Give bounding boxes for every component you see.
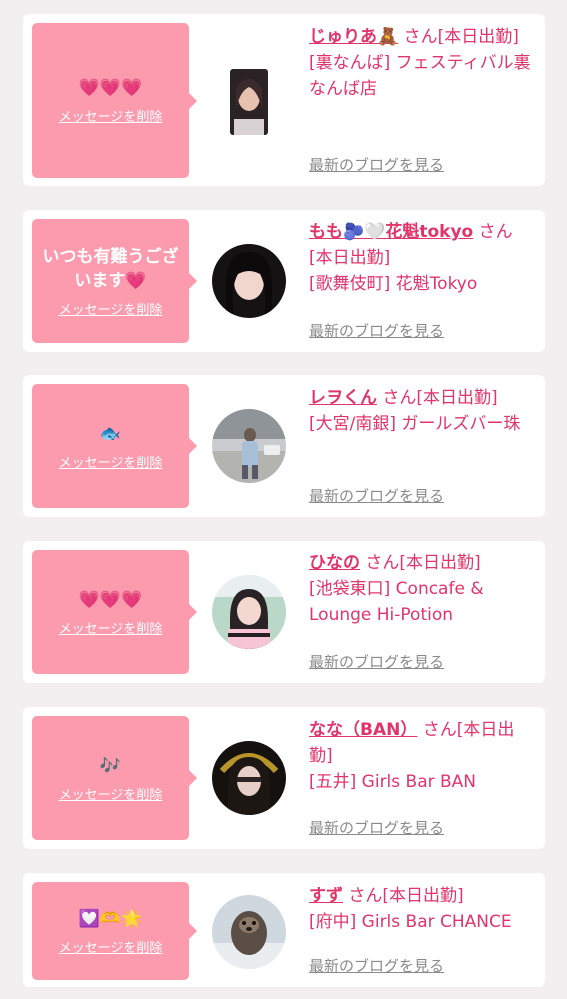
latest-blog-link[interactable]: 最新のブログを見る — [309, 955, 444, 976]
message-text: 🎶 — [99, 755, 122, 776]
message-bubble: いつも有難うございます💗 メッセージを削除 — [32, 219, 197, 343]
shop-name: [府中] Girls Bar CHANCE — [309, 912, 512, 932]
attendance-status: [本日出勤] — [437, 27, 519, 47]
delete-message-link[interactable]: メッセージを削除 — [59, 784, 163, 803]
shop-name: [池袋東口] Concafe & Lounge Hi-Potion — [309, 579, 484, 625]
message-text: 💟🫶🌟 — [78, 908, 143, 929]
delete-message-link[interactable]: メッセージを削除 — [59, 937, 163, 956]
shop-name: [大宮/南銀] ガールズバー珠 — [309, 414, 521, 434]
attendance-status: [本日出勤] — [309, 248, 391, 268]
latest-blog-link[interactable]: 最新のブログを見る — [309, 485, 444, 506]
cast-name-link[interactable]: ひなの — [309, 553, 360, 573]
message-bubble: 💟🫶🌟 メッセージを削除 — [32, 882, 197, 980]
cast-info: なな（BAN） さん[本日出勤] [五井] Girls Bar BAN — [309, 717, 535, 795]
latest-blog-link[interactable]: 最新のブログを見る — [309, 320, 444, 341]
delete-message-link[interactable]: メッセージを削除 — [59, 618, 163, 637]
cast-info: もも🫐🤍花魁tokyo さん [本日出勤] [歌舞伎町] 花魁Tokyo — [309, 219, 535, 297]
avatar[interactable] — [212, 741, 286, 815]
attendance-status: [本日出勤] — [399, 553, 481, 573]
delete-message-link[interactable]: メッセージを削除 — [59, 299, 163, 318]
message-text: 🐟 — [99, 423, 122, 444]
message-card: 💗💗💗 メッセージを削除 ひなの さん[本日出勤] [池袋東口] Concafe… — [23, 541, 545, 683]
cast-name-link[interactable]: なな（BAN） — [309, 720, 417, 740]
avatar[interactable] — [212, 895, 286, 969]
latest-blog-link[interactable]: 最新のブログを見る — [309, 651, 444, 672]
message-card: 🎶 メッセージを削除 なな（BAN） さん[本日出勤] [五井] Girls B… — [23, 707, 545, 849]
avatar[interactable] — [212, 409, 286, 483]
message-card: 💟🫶🌟 メッセージを削除 すず さん[本日出勤] [府中] Girls Bar … — [23, 873, 545, 987]
avatar[interactable] — [230, 69, 268, 135]
cast-info: じゅりあ🧸 さん[本日出勤] [裏なんば] フェスティバル裏なんば店 — [309, 24, 535, 102]
cast-name-link[interactable]: じゅりあ🧸 — [309, 27, 398, 47]
shop-name: [五井] Girls Bar BAN — [309, 772, 477, 792]
honorific: さん — [403, 27, 438, 47]
message-text: いつも有難うございます💗 — [42, 246, 179, 291]
delete-message-link[interactable]: メッセージを削除 — [59, 452, 163, 471]
shop-name: [歌舞伎町] 花魁Tokyo — [309, 274, 478, 294]
attendance-status: [本日出勤] — [416, 388, 498, 408]
cast-name-link[interactable]: レヲくん — [309, 388, 377, 408]
message-text: 💗💗💗 — [78, 589, 143, 610]
shop-name: [裏なんば] フェスティバル裏なんば店 — [309, 53, 531, 99]
honorific: さん — [422, 720, 457, 740]
latest-blog-link[interactable]: 最新のブログを見る — [309, 154, 444, 175]
message-card: 💗💗💗 メッセージを削除 じゅりあ🧸 さん[本日出勤] [裏なんば] フェスティ… — [23, 14, 545, 186]
message-card: いつも有難うございます💗 メッセージを削除 もも🫐🤍花魁tokyo さん [本日出… — [23, 210, 545, 352]
honorific: さん — [478, 222, 513, 242]
honorific: さん — [365, 553, 400, 573]
attendance-status: [本日出勤] — [382, 886, 464, 906]
message-bubble: 🎶 メッセージを削除 — [32, 716, 197, 840]
honorific: さん — [382, 388, 417, 408]
message-card: 🐟 メッセージを削除 レヲくん さん[本日出勤] [大宮/南銀] ガールズバー珠… — [23, 375, 545, 517]
delete-message-link[interactable]: メッセージを削除 — [59, 106, 163, 125]
cast-name-link[interactable]: すず — [309, 886, 343, 906]
latest-blog-link[interactable]: 最新のブログを見る — [309, 817, 444, 838]
cast-name-link[interactable]: もも🫐🤍花魁tokyo — [309, 222, 473, 242]
message-bubble: 💗💗💗 メッセージを削除 — [32, 550, 197, 674]
avatar[interactable] — [212, 575, 286, 649]
honorific: さん — [348, 886, 383, 906]
cast-info: レヲくん さん[本日出勤] [大宮/南銀] ガールズバー珠 — [309, 385, 535, 437]
cast-info: すず さん[本日出勤] [府中] Girls Bar CHANCE — [309, 883, 535, 935]
avatar[interactable] — [212, 244, 286, 318]
cast-info: ひなの さん[本日出勤] [池袋東口] Concafe & Lounge Hi-… — [309, 550, 535, 628]
message-text: 💗💗💗 — [78, 78, 143, 98]
message-bubble: 🐟 メッセージを削除 — [32, 384, 197, 508]
message-bubble: 💗💗💗 メッセージを削除 — [32, 23, 197, 178]
